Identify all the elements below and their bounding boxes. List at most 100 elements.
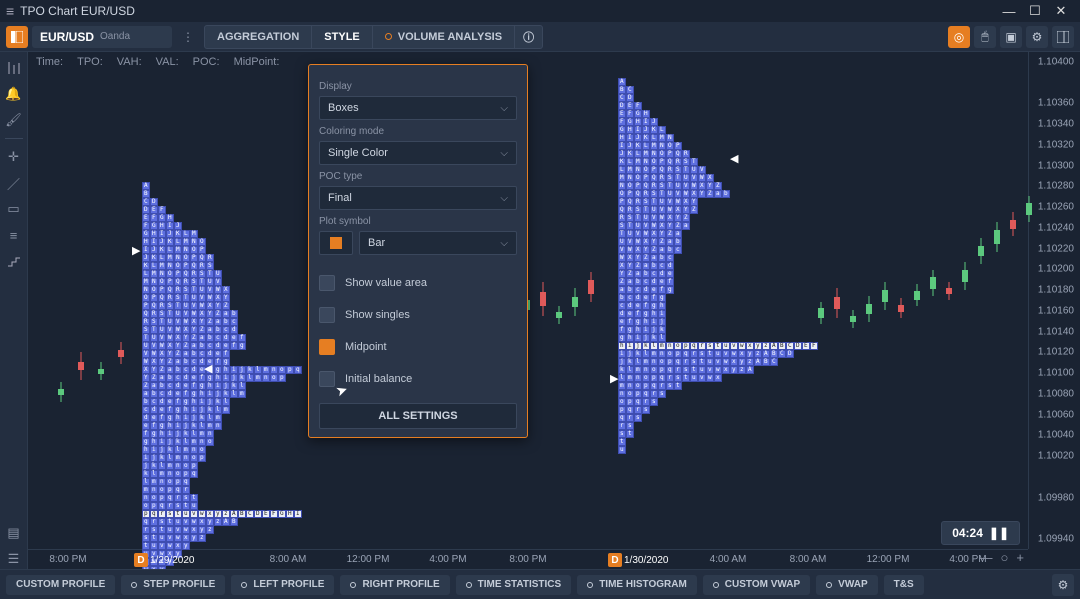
symbol-selector[interactable]: EUR/USD Oanda — [32, 26, 172, 48]
info-icon[interactable]: ⓘ — [515, 26, 542, 48]
y-tick: 1.10180 — [1038, 285, 1074, 296]
open-dot-icon — [826, 582, 832, 588]
y-tick: 1.10340 — [1038, 119, 1074, 130]
y-tick: 1.10400 — [1038, 57, 1074, 68]
open-dot-icon — [131, 582, 137, 588]
open-dot-icon — [350, 582, 356, 588]
y-tick: 1.10040 — [1038, 430, 1074, 441]
initial-balance-row[interactable]: Initial balance — [319, 365, 517, 393]
tpo-profile-1: ABCDDEFEFGHFGHIJGHIJKLMHIJKLMNOIJKLMNOPJ… — [142, 182, 302, 582]
footer-settings-icon[interactable]: ⚙ — [1052, 574, 1074, 596]
footer-pill[interactable]: TIME HISTOGRAM — [577, 575, 697, 595]
plot-symbol-dropdown[interactable]: Bar ⌵ — [359, 231, 517, 255]
y-tick: 1.10320 — [1038, 139, 1074, 150]
footer-pill[interactable]: VWAP — [816, 575, 877, 595]
y-tick: 1.10080 — [1038, 388, 1074, 399]
footer-pill[interactable]: LEFT PROFILE — [231, 575, 334, 595]
crosshair-icon[interactable]: ✛ — [4, 147, 24, 167]
open-dot-icon — [385, 33, 392, 40]
footer-pill[interactable]: RIGHT PROFILE — [340, 575, 449, 595]
settings-icon[interactable]: ⚙ — [1026, 26, 1048, 48]
zoom-in-icon[interactable]: + — [1016, 550, 1024, 565]
y-tick: 1.10020 — [1038, 451, 1074, 462]
footer-bar: CUSTOM PROFILE STEP PROFILE LEFT PROFILE RI… — [0, 569, 1080, 599]
fib-icon[interactable]: ≡ — [4, 225, 24, 245]
poc-dropdown[interactable]: Final ⌵ — [319, 186, 517, 210]
open-dot-icon — [587, 582, 593, 588]
y-tick: 1.10260 — [1038, 202, 1074, 213]
open-dot-icon — [466, 582, 472, 588]
all-settings-button[interactable]: ALL SETTINGS — [319, 403, 517, 429]
tool-rail: 🔔 🖌 ✛ ／ ▭ ≡ ▤ ☰ — [0, 52, 28, 569]
y-tick: 1.10100 — [1038, 368, 1074, 379]
checkbox-off[interactable] — [319, 275, 335, 291]
indicator-icon[interactable]: ▤ — [4, 523, 24, 543]
panel-icon[interactable] — [6, 26, 28, 48]
show-singles-row[interactable]: Show singles — [319, 301, 517, 329]
tpo-caret-icon: ◀ — [204, 362, 212, 375]
info-midpoint: MidPoint: — [234, 56, 280, 68]
chevron-down-icon: ⌵ — [500, 238, 508, 249]
x-tick: 12:00 PM — [347, 554, 390, 565]
maximize-button[interactable]: ☐ — [1022, 3, 1048, 19]
titlebar: ≡ TPO Chart EUR/USD — ☐ ✕ — [0, 0, 1080, 22]
date-marker: D 1/29/2020 — [134, 553, 195, 567]
checkbox-on[interactable] — [319, 339, 335, 355]
checkbox-off[interactable] — [319, 307, 335, 323]
more-icon[interactable]: ⋮ — [176, 30, 200, 44]
chart-area[interactable]: Time: TPO: VAH: VAL: POC: MidPoint: 1.09… — [28, 52, 1080, 569]
menu-icon[interactable]: ≡ — [6, 3, 14, 19]
window-title: TPO Chart EUR/USD — [20, 4, 996, 18]
x-tick: 8:00 PM — [49, 554, 86, 565]
footer-pill[interactable]: TIME STATISTICS — [456, 575, 572, 595]
info-poc: POC: — [193, 56, 220, 68]
coloring-dropdown[interactable]: Single Color ⌵ — [319, 141, 517, 165]
tab-volume-analysis[interactable]: VOLUME ANALYSIS — [373, 26, 515, 48]
x-tick: 4:00 AM — [710, 554, 747, 565]
show-value-area-row[interactable]: Show value area — [319, 269, 517, 297]
plot-color-swatch[interactable] — [319, 231, 353, 255]
zoom-out-icon[interactable]: — — [980, 550, 993, 565]
x-tick: 4:00 PM — [429, 554, 466, 565]
tpo-caret-icon: ▶ — [132, 244, 140, 257]
chevron-down-icon: ⌵ — [500, 193, 508, 204]
tpo-caret-icon: ◀ — [730, 152, 738, 165]
camera-icon[interactable]: ▣ — [1000, 26, 1022, 48]
open-dot-icon — [713, 582, 719, 588]
tab-style[interactable]: STYLE — [312, 26, 372, 48]
pause-icon[interactable]: ❚❚ — [989, 526, 1009, 540]
minimize-button[interactable]: — — [996, 4, 1022, 19]
bars-icon[interactable] — [4, 58, 24, 78]
open-dot-icon — [241, 582, 247, 588]
y-axis: 1.099401.099801.100201.100401.100601.100… — [1028, 52, 1080, 549]
mouse-icon[interactable]: 🖱 — [974, 26, 996, 48]
footer-pill[interactable]: CUSTOM VWAP — [703, 575, 810, 595]
footer-pill[interactable]: T&S — [884, 575, 924, 595]
zoom-fit-icon[interactable]: ○ — [1001, 550, 1009, 565]
x-tick: 12:00 PM — [867, 554, 910, 565]
poc-label: POC type — [319, 171, 517, 182]
midpoint-row[interactable]: Midpoint — [319, 333, 517, 361]
tpo-caret-icon: ▶ — [610, 372, 618, 385]
rect-icon[interactable]: ▭ — [4, 199, 24, 219]
footer-pill[interactable]: CUSTOM PROFILE — [6, 575, 115, 595]
day-icon: D — [608, 553, 622, 567]
close-button[interactable]: ✕ — [1048, 3, 1074, 19]
stairs-icon[interactable] — [4, 251, 24, 271]
tab-aggregation[interactable]: AGGREGATION — [205, 26, 312, 48]
time-badge: 04:24 ❚❚ — [941, 521, 1020, 545]
line-icon[interactable]: ／ — [4, 173, 24, 193]
y-tick: 1.10220 — [1038, 243, 1074, 254]
target-icon[interactable]: ◎ — [948, 26, 970, 48]
layout-icon[interactable] — [1052, 26, 1074, 48]
x-tick: 8:00 PM — [509, 554, 546, 565]
x-tick: 8:00 AM — [790, 554, 827, 565]
bell-icon[interactable]: 🔔 — [4, 84, 24, 104]
footer-pill[interactable]: STEP PROFILE — [121, 575, 225, 595]
brush-icon[interactable]: 🖌 — [4, 110, 24, 130]
info-vah: VAH: — [117, 56, 142, 68]
display-dropdown[interactable]: Boxes ⌵ — [319, 96, 517, 120]
chevron-down-icon: ⌵ — [500, 148, 508, 159]
info-val: VAL: — [156, 56, 179, 68]
list-icon[interactable]: ☰ — [4, 549, 24, 569]
